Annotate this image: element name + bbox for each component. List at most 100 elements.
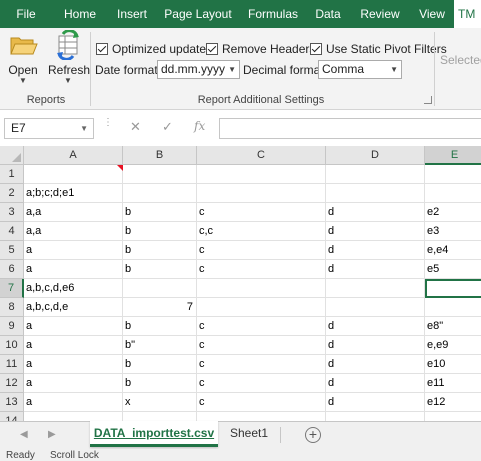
dialog-launcher-icon[interactable] bbox=[424, 96, 432, 104]
date-formats-dropdown[interactable]: dd.mm.yyyy ▼ bbox=[157, 60, 240, 79]
grid-cell[interactable]: a bbox=[24, 355, 123, 374]
grid-cell[interactable] bbox=[123, 412, 197, 421]
grid-cell[interactable]: c bbox=[197, 393, 326, 412]
grid-cell[interactable]: c bbox=[197, 260, 326, 279]
grid-cell[interactable] bbox=[425, 165, 481, 184]
grid-cell[interactable] bbox=[197, 184, 326, 203]
cancel-icon[interactable]: ✕ bbox=[130, 119, 141, 135]
grid-cell[interactable] bbox=[326, 279, 425, 298]
optimized-update-checkbox[interactable]: Optimized update bbox=[96, 41, 206, 57]
grid-cell[interactable]: a,b,c,d,e bbox=[24, 298, 123, 317]
row-header[interactable]: 7 bbox=[0, 279, 24, 298]
grid-cell[interactable] bbox=[24, 412, 123, 421]
grid-cell[interactable] bbox=[123, 184, 197, 203]
grid-cell[interactable] bbox=[425, 184, 481, 203]
tab-tm[interactable]: TM bbox=[454, 0, 481, 28]
row-header[interactable]: 10 bbox=[0, 336, 24, 355]
grid-cell[interactable] bbox=[24, 165, 123, 184]
scroll-tabs-left-icon[interactable]: ◀ bbox=[20, 429, 28, 440]
grid-cell[interactable] bbox=[197, 298, 326, 317]
refresh-button[interactable]: Refresh ▼ bbox=[48, 29, 90, 92]
tab-insert[interactable]: Insert bbox=[108, 0, 156, 28]
row-header[interactable]: 1 bbox=[0, 165, 24, 184]
grid-cell[interactable]: d bbox=[326, 374, 425, 393]
row-header[interactable]: 14 bbox=[0, 412, 24, 421]
row-header[interactable]: 4 bbox=[0, 222, 24, 241]
grid-cell[interactable]: b bbox=[123, 260, 197, 279]
grid-cell[interactable]: e8" bbox=[425, 317, 481, 336]
select-all-button[interactable] bbox=[0, 146, 24, 165]
column-header-c[interactable]: C bbox=[197, 146, 326, 165]
column-header-d[interactable]: D bbox=[326, 146, 425, 165]
grid-cell[interactable]: d bbox=[326, 393, 425, 412]
sheet-tab-data-importtest[interactable]: DATA_importtest.csv bbox=[90, 421, 218, 447]
grid-cell[interactable] bbox=[197, 412, 326, 421]
grid-cell[interactable]: a bbox=[24, 374, 123, 393]
add-sheet-icon[interactable]: + bbox=[305, 427, 321, 443]
grid-cell[interactable] bbox=[197, 165, 326, 184]
grid-cell[interactable]: a bbox=[24, 241, 123, 260]
enter-check-icon[interactable]: ✓ bbox=[162, 119, 173, 135]
tab-data[interactable]: Data bbox=[306, 0, 350, 28]
grid-cell[interactable]: b bbox=[123, 203, 197, 222]
grid-cell[interactable] bbox=[326, 165, 425, 184]
grid-cell[interactable] bbox=[123, 279, 197, 298]
column-header-e[interactable]: E bbox=[425, 146, 481, 165]
remove-headers-checkbox[interactable]: Remove Headers bbox=[206, 41, 315, 57]
worksheet-grid[interactable]: A B C D E 1 2 a;b;c;d;e1 3 a,a b c d e2 4 a,a b c,c d e3 5 a b… bbox=[0, 146, 481, 421]
grid-cell[interactable]: d bbox=[326, 222, 425, 241]
name-box[interactable]: E7 ▼ bbox=[4, 118, 94, 139]
grid-cell[interactable]: d bbox=[326, 317, 425, 336]
grid-cell[interactable]: 7 bbox=[123, 298, 197, 317]
grid-cell[interactable]: a,b,c,d,e6 bbox=[24, 279, 123, 298]
grid-cell[interactable]: d bbox=[326, 203, 425, 222]
row-header[interactable]: 3 bbox=[0, 203, 24, 222]
grid-cell[interactable] bbox=[425, 412, 481, 421]
grid-cell[interactable]: b bbox=[123, 355, 197, 374]
scroll-tabs-right-icon[interactable]: ▶ bbox=[48, 429, 56, 440]
tab-home[interactable]: Home bbox=[52, 0, 108, 28]
row-header[interactable]: 2 bbox=[0, 184, 24, 203]
grid-cell[interactable]: e5 bbox=[425, 260, 481, 279]
row-header[interactable]: 12 bbox=[0, 374, 24, 393]
row-header[interactable]: 8 bbox=[0, 298, 24, 317]
grid-cell[interactable]: d bbox=[326, 241, 425, 260]
grid-cell[interactable]: a bbox=[24, 393, 123, 412]
row-header[interactable]: 6 bbox=[0, 260, 24, 279]
drag-handle-icon[interactable]: ⋮ bbox=[103, 118, 113, 128]
grid-cell[interactable] bbox=[123, 165, 197, 184]
grid-cell[interactable]: c bbox=[197, 317, 326, 336]
row-header[interactable]: 9 bbox=[0, 317, 24, 336]
grid-cell[interactable]: b" bbox=[123, 336, 197, 355]
grid-cell[interactable]: a;b;c;d;e1 bbox=[24, 184, 123, 203]
column-header-a[interactable]: A bbox=[24, 146, 123, 165]
grid-cell[interactable]: c bbox=[197, 203, 326, 222]
grid-cell[interactable]: e,e4 bbox=[425, 241, 481, 260]
grid-cell[interactable] bbox=[197, 279, 326, 298]
grid-cell[interactable]: a bbox=[24, 336, 123, 355]
decimal-format-dropdown[interactable]: Comma ▼ bbox=[318, 60, 402, 79]
sheet-tab-sheet1[interactable]: Sheet1 bbox=[224, 421, 274, 447]
grid-cell[interactable]: e12 bbox=[425, 393, 481, 412]
grid-cell[interactable] bbox=[326, 298, 425, 317]
grid-cell[interactable]: d bbox=[326, 336, 425, 355]
grid-cell[interactable]: e3 bbox=[425, 222, 481, 241]
grid-cell[interactable]: e10 bbox=[425, 355, 481, 374]
static-pivot-filters-checkbox[interactable]: Use Static Pivot Filters bbox=[310, 41, 447, 57]
insert-function-icon[interactable]: fx bbox=[194, 119, 205, 133]
row-header[interactable]: 5 bbox=[0, 241, 24, 260]
formula-input[interactable] bbox=[219, 118, 481, 139]
tab-formulas[interactable]: Formulas bbox=[240, 0, 306, 28]
grid-cell[interactable]: c bbox=[197, 241, 326, 260]
grid-cell[interactable]: d bbox=[326, 260, 425, 279]
grid-cell[interactable] bbox=[425, 298, 481, 317]
grid-cell[interactable]: e2 bbox=[425, 203, 481, 222]
grid-cell[interactable]: d bbox=[326, 355, 425, 374]
row-header[interactable]: 11 bbox=[0, 355, 24, 374]
grid-cell[interactable]: b bbox=[123, 222, 197, 241]
grid-cell[interactable]: b bbox=[123, 241, 197, 260]
grid-cell[interactable] bbox=[326, 184, 425, 203]
grid-cell[interactable]: c,c bbox=[197, 222, 326, 241]
tab-file[interactable]: File bbox=[0, 0, 52, 28]
grid-cell[interactable]: a bbox=[24, 317, 123, 336]
